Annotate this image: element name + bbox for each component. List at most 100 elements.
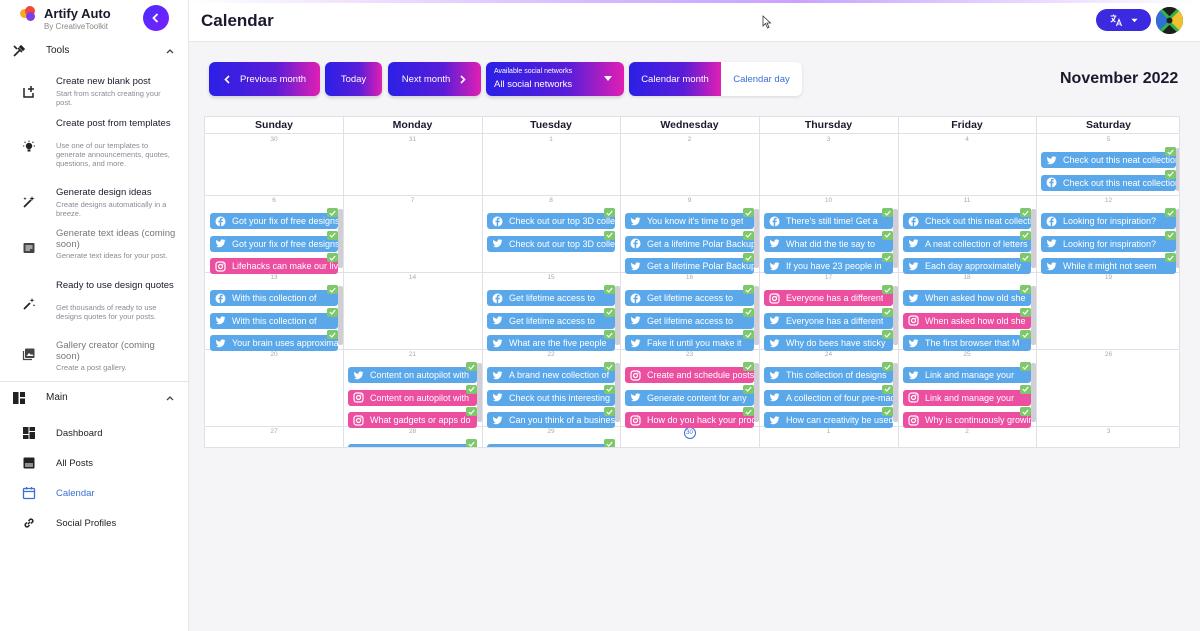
cell-scrollbar[interactable] <box>615 363 620 422</box>
scheduled-post[interactable]: A neat collection of letters <box>903 235 1031 252</box>
scheduled-post[interactable]: Check out this interesting <box>487 389 615 406</box>
scheduled-post[interactable]: Lifehacks can make our lives <box>210 258 338 274</box>
post-text: Get lifetime access to <box>509 315 596 326</box>
scheduled-post[interactable] <box>487 444 615 447</box>
tool-create-blank-post[interactable]: Create new blank post Start from scratch… <box>0 76 189 108</box>
scheduled-post[interactable]: Get lifetime access to <box>625 312 754 329</box>
scheduled-post[interactable]: With this collection of <box>210 290 338 306</box>
instagram-icon <box>630 369 641 381</box>
cell-scrollbar[interactable] <box>893 286 898 345</box>
calendar-day-view-button[interactable]: Calendar day <box>721 62 802 96</box>
sidebar-item-all-posts[interactable]: All Posts <box>0 454 189 472</box>
social-networks-select[interactable]: Available social networks All social net… <box>486 62 624 96</box>
scheduled-post[interactable]: Link and manage your <box>903 367 1031 383</box>
scheduled-post[interactable]: Content on autopilot with <box>348 367 477 383</box>
language-selector-button[interactable] <box>1096 9 1151 31</box>
scheduled-post[interactable]: Everyone has a different <box>764 312 893 329</box>
scheduled-post[interactable]: Check out our top 3D collection <box>487 213 615 229</box>
scheduled-post[interactable]: You know it's time to get <box>625 213 754 229</box>
scheduled-post[interactable]: Link and manage your <box>903 389 1031 406</box>
scheduled-post[interactable]: When asked how old she <box>903 290 1031 306</box>
chevron-left-icon <box>224 74 230 84</box>
scheduled-post[interactable]: Got your fix of free designs <box>210 213 338 229</box>
post-text: Check out our top 3D collection <box>509 216 615 226</box>
scheduled-post[interactable]: How can creativity be used <box>764 412 893 428</box>
tool-generate-text-ideas[interactable]: Generate text ideas (coming soon) Genera… <box>0 228 189 270</box>
scheduled-post[interactable]: Check out our top 3D collection <box>487 235 615 252</box>
scheduled-post[interactable]: What gadgets or apps do <box>348 412 477 428</box>
previous-month-button[interactable]: Previous month <box>209 62 320 96</box>
cell-scrollbar[interactable] <box>477 363 482 422</box>
tool-title: Gallery creator (coming soon) <box>56 340 155 362</box>
today-date-marker[interactable]: 30 <box>683 427 696 439</box>
tool-design-quotes[interactable]: Ready to use design quotes Get thousands… <box>0 280 189 330</box>
scheduled-post[interactable]: When asked how old she <box>903 312 1031 329</box>
post-text: What did the tie say to <box>786 238 876 249</box>
scheduled-post[interactable]: Your brain uses approximately <box>210 335 338 351</box>
scheduled-post[interactable]: Got your fix of free designs <box>210 235 338 252</box>
scheduled-post[interactable]: While it might not seem <box>1041 258 1176 274</box>
post-text: A collection of four pre-made <box>786 392 893 403</box>
cell-scrollbar[interactable] <box>754 286 759 345</box>
sidebar-item-social-profiles[interactable]: Social Profiles <box>0 514 189 532</box>
cell-scrollbar[interactable] <box>1031 363 1036 422</box>
scheduled-post[interactable]: With this collection of <box>210 312 338 329</box>
facebook-icon <box>1046 216 1057 226</box>
today-button[interactable]: Today <box>325 62 382 96</box>
collapse-sidebar-button[interactable] <box>143 5 169 31</box>
scheduled-post[interactable]: Content on autopilot with <box>348 389 477 406</box>
cell-scrollbar[interactable] <box>1031 209 1036 268</box>
cell-scrollbar[interactable] <box>1176 209 1179 268</box>
scheduled-post[interactable]: The first browser that M <box>903 335 1031 351</box>
user-avatar[interactable] <box>1156 7 1183 34</box>
cell-scrollbar[interactable] <box>1176 148 1179 191</box>
post-text: How do you hack your productivity <box>647 415 754 425</box>
scheduled-post[interactable]: Get lifetime access to <box>625 290 754 306</box>
tool-create-from-templates[interactable]: Create post from templates Use one of ou… <box>0 118 189 176</box>
cell-scrollbar[interactable] <box>754 363 759 422</box>
tools-section-header[interactable]: Tools <box>0 42 189 62</box>
scheduled-post[interactable]: A collection of four pre-made <box>764 389 893 406</box>
scheduled-post[interactable]: Check out this neat collection <box>1041 174 1176 191</box>
scheduled-post[interactable]: Looking for inspiration? <box>1041 213 1176 229</box>
cell-scrollbar[interactable] <box>338 209 343 268</box>
cell-scrollbar[interactable] <box>338 286 343 345</box>
scheduled-post[interactable]: What did the tie say to <box>764 235 893 252</box>
sidebar-item-dashboard[interactable]: Dashboard <box>0 424 189 442</box>
scheduled-post[interactable]: Check out this neat collection <box>903 213 1031 229</box>
scheduled-post[interactable]: If you have 23 people in <box>764 258 893 274</box>
scheduled-post[interactable]: Get a lifetime Polar Backup <box>625 258 754 274</box>
scheduled-post[interactable]: Generate content for any <box>625 389 754 406</box>
sidebar-item-calendar[interactable]: Calendar <box>0 484 189 502</box>
scheduled-post[interactable]: Why do bees have sticky <box>764 335 893 351</box>
scheduled-post[interactable]: Create and schedule posts <box>625 367 754 383</box>
scheduled-post[interactable]: Get a lifetime Polar Backup <box>625 235 754 252</box>
scheduled-post[interactable]: This collection of designs <box>764 367 893 383</box>
cell-scrollbar[interactable] <box>615 286 620 345</box>
scheduled-post[interactable]: A brand new collection of <box>487 367 615 383</box>
calendar-month-view-button[interactable]: Calendar month <box>629 62 721 96</box>
scheduled-post[interactable]: Get lifetime access to <box>487 312 615 329</box>
scheduled-post[interactable]: Check out this neat collection <box>1041 152 1176 168</box>
next-month-button[interactable]: Next month <box>388 62 481 96</box>
scheduled-post[interactable]: Each day approximately <box>903 258 1031 274</box>
scheduled-post[interactable]: Get lifetime access to <box>487 290 615 306</box>
cell-scrollbar[interactable] <box>893 209 898 268</box>
scheduled-post[interactable]: What are the five people <box>487 335 615 351</box>
top-bar: Calendar <box>189 0 1200 42</box>
cell-scrollbar[interactable] <box>893 363 898 422</box>
scheduled-post[interactable]: Fake it until you make it <box>625 335 754 351</box>
scheduled-post[interactable]: Everyone has a different <box>764 290 893 306</box>
tool-generate-design-ideas[interactable]: Generate design ideas Create designs aut… <box>0 187 189 218</box>
tool-gallery-creator[interactable]: Gallery creator (coming soon) Create a p… <box>0 340 189 374</box>
cell-scrollbar[interactable] <box>754 209 759 268</box>
scheduled-post[interactable]: There's still time! Get a <box>764 213 893 229</box>
scheduled-post[interactable]: Why is continuously growing <box>903 412 1031 428</box>
scheduled-post[interactable]: How do you hack your productivity <box>625 412 754 428</box>
published-check-icon <box>1020 285 1031 294</box>
cell-scrollbar[interactable] <box>1031 286 1036 345</box>
scheduled-post[interactable] <box>348 444 477 447</box>
scheduled-post[interactable]: Looking for inspiration? <box>1041 235 1176 252</box>
main-section-header[interactable]: Main <box>0 389 189 409</box>
scheduled-post[interactable]: Can you think of a business <box>487 412 615 428</box>
